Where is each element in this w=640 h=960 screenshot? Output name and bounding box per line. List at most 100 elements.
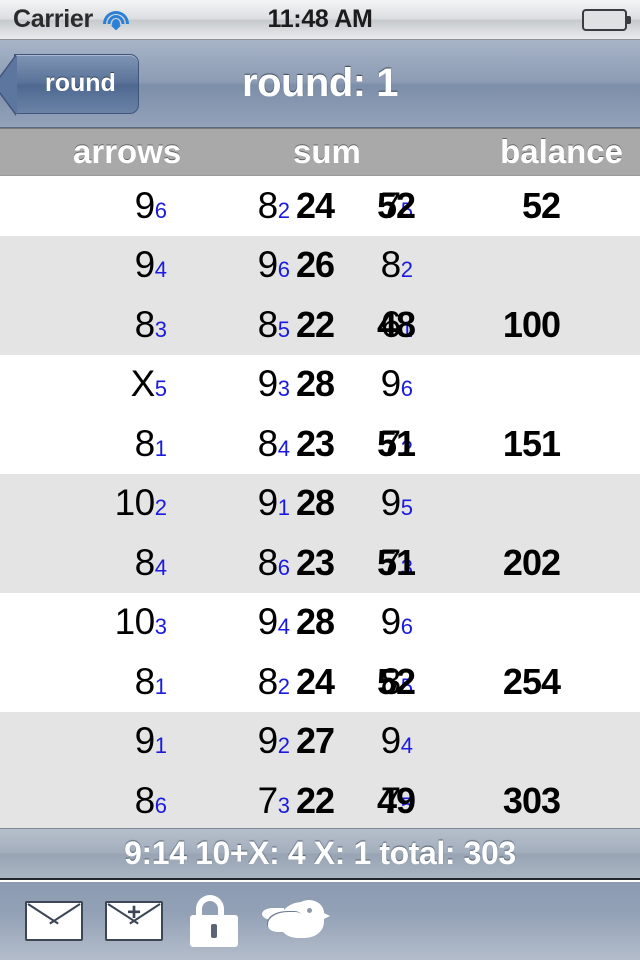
arrow-value: 9 [134, 720, 156, 762]
arrow-score: 94 [381, 720, 413, 762]
summary-status-bar: 9:14 10+X: 4 X: 1 total: 303 [0, 828, 640, 880]
back-button-label: round [45, 69, 116, 97]
table-row[interactable]: 83 85 61 22 48 100 [0, 295, 640, 355]
balance-value: 151 [502, 422, 561, 464]
column-header-balance: balance [500, 133, 623, 170]
table-row[interactable]: 84 86 73 23 51 202 [0, 533, 640, 593]
ios-status-bar: Carrier 11:48 AM [0, 0, 640, 40]
pair-total-value: 51 [377, 541, 416, 583]
arrow-value: 8 [134, 660, 156, 702]
arrow-value: 7 [257, 779, 279, 821]
arrow-value: 9 [380, 482, 402, 524]
end-sum-value: 27 [296, 720, 335, 762]
arrow-value: 10 [114, 601, 156, 643]
balance-value: 100 [502, 303, 561, 345]
battery-full-icon [582, 8, 631, 31]
arrow-score: 93 [258, 363, 290, 405]
lock-button[interactable] [174, 882, 254, 960]
arrow-score: 96 [381, 601, 413, 643]
arrow-score: 96 [135, 185, 167, 227]
column-header-sum: sum [293, 133, 361, 170]
arrow-value: X [130, 363, 156, 405]
arrow-index: 3 [154, 316, 167, 342]
table-row[interactable]: 91 92 94 27 [0, 711, 640, 771]
arrow-index: 4 [154, 257, 167, 283]
mail-add-button[interactable]: + [94, 882, 174, 960]
arrow-value: 8 [257, 660, 279, 702]
arrow-index: 4 [400, 733, 413, 759]
arrow-score: 94 [258, 601, 290, 643]
arrow-index: 3 [154, 614, 167, 640]
clock-label: 11:48 AM [267, 5, 373, 33]
app-root: Carrier 11:48 AM round round: 1 arrows s… [0, 0, 640, 960]
end-sum-value: 22 [296, 779, 335, 821]
arrow-score: 91 [135, 720, 167, 762]
arrow-value: 9 [380, 601, 402, 643]
status-bar-left: Carrier [0, 5, 218, 34]
arrow-index: 2 [277, 733, 290, 759]
arrow-score: 83 [135, 304, 167, 346]
arrow-index: 3 [277, 376, 290, 402]
arrow-value: 8 [257, 184, 279, 226]
arrow-value: 10 [114, 482, 156, 524]
tweet-button[interactable] [254, 882, 334, 960]
end-sum-value: 28 [296, 363, 335, 405]
table-row[interactable]: 102 91 95 28 [0, 473, 640, 533]
arrow-score: 103 [115, 601, 167, 643]
arrow-score: 82 [258, 661, 290, 703]
arrow-value: 9 [257, 363, 279, 405]
table-row[interactable]: X5 93 96 28 [0, 354, 640, 414]
end-sum-value: 22 [296, 303, 335, 345]
arrow-score: 84 [258, 423, 290, 465]
arrow-index: 2 [277, 197, 290, 223]
arrow-index: 1 [154, 673, 167, 699]
table-header: arrows sum balance [0, 128, 640, 176]
mail-button[interactable] [14, 882, 94, 960]
arrow-score: 85 [258, 304, 290, 346]
pair-total-value: 48 [377, 303, 416, 345]
arrow-index: 4 [277, 614, 290, 640]
summary-text: 9:14 10+X: 4 X: 1 total: 303 [124, 835, 516, 871]
arrow-score: 96 [381, 363, 413, 405]
arrow-index: 4 [154, 554, 167, 580]
arrow-score: 81 [135, 661, 167, 703]
score-table-body: 96 82 75 24 52 52 94 96 82 26 83 85 61 22 48 100 X5 93 96 2… [0, 176, 640, 831]
end-sum-value: 28 [296, 482, 335, 524]
arrow-score: 81 [135, 423, 167, 465]
arrow-value: 8 [257, 303, 279, 345]
arrow-index: 1 [154, 435, 167, 461]
arrow-index: 6 [277, 257, 290, 283]
mail-icon [25, 901, 83, 941]
end-sum-value: 24 [296, 660, 335, 702]
table-row[interactable]: 96 82 75 24 52 52 [0, 176, 640, 236]
end-sum-value: 28 [296, 601, 335, 643]
arrow-score: 73 [258, 780, 290, 822]
back-button[interactable]: round [0, 53, 139, 116]
pair-total-value: 51 [377, 422, 416, 464]
arrow-value: 9 [257, 244, 279, 286]
arrow-score: 92 [258, 720, 290, 762]
lock-icon [190, 895, 238, 947]
arrow-value: 8 [134, 422, 156, 464]
balance-value: 303 [502, 779, 561, 821]
arrow-value: 8 [380, 244, 402, 286]
table-row[interactable]: 81 84 72 23 51 151 [0, 414, 640, 474]
navigation-bar: round round: 1 [0, 40, 640, 128]
arrow-index: 1 [154, 733, 167, 759]
table-row[interactable]: 86 73 75 22 49 303 [0, 771, 640, 831]
arrow-score: 91 [258, 482, 290, 524]
arrow-score: X5 [131, 363, 167, 405]
arrow-index: 2 [277, 673, 290, 699]
arrow-value: 8 [134, 303, 156, 345]
arrow-index: 4 [277, 435, 290, 461]
arrow-score: 94 [135, 244, 167, 286]
table-row[interactable]: 103 94 96 28 [0, 592, 640, 652]
pair-total-value: 52 [377, 660, 416, 702]
table-row[interactable]: 81 82 85 24 52 254 [0, 652, 640, 712]
end-sum-value: 26 [296, 244, 335, 286]
pair-total-value: 52 [377, 184, 416, 226]
arrow-value: 8 [257, 541, 279, 583]
table-row[interactable]: 94 96 82 26 [0, 235, 640, 295]
arrow-value: 9 [134, 244, 156, 286]
arrow-score: 86 [258, 542, 290, 584]
